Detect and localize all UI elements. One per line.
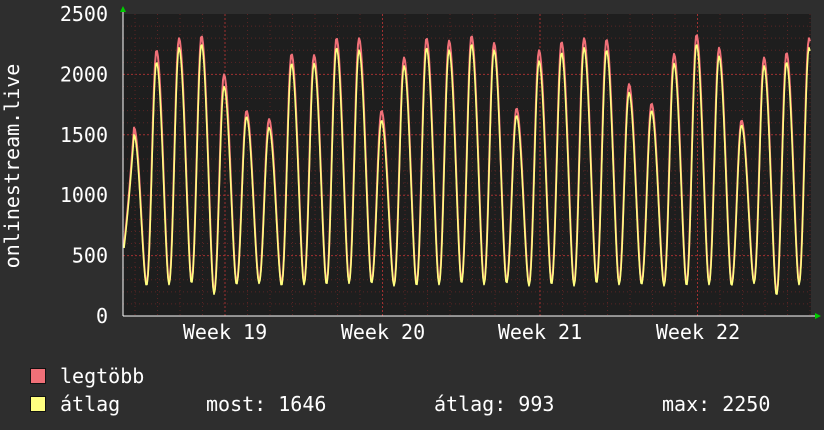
y-axis-label: onlinestream.live (0, 64, 24, 269)
x-tick-label: Week 22 (656, 320, 740, 344)
current-value-stat: most: 1646 (206, 392, 327, 416)
y-tick-label: 1500 (60, 123, 108, 147)
max-series-label: legtöbb (60, 364, 145, 388)
avg-series-label: átlag (60, 392, 121, 416)
y-tick-labels: 0 500 1000 1500 2000 2500 (60, 2, 108, 328)
y-tick-label: 1000 (60, 183, 108, 207)
avg-series-swatch (30, 396, 46, 412)
x-axis-arrow-icon (815, 313, 821, 319)
x-tick-label: Week 19 (183, 320, 267, 344)
legend-row-avg: átlag most: 1646 átlag: 993 max: 2250 (30, 390, 810, 418)
x-tick-labels: Week 19 Week 20 Week 21 Week 22 (183, 320, 740, 344)
max-series-swatch (30, 368, 46, 384)
y-tick-label: 2000 (60, 62, 108, 86)
average-value-stat: átlag: 993 (434, 392, 555, 416)
y-axis-arrow-icon (120, 6, 126, 12)
x-tick-label: Week 20 (341, 320, 425, 344)
y-tick-label: 0 (96, 304, 108, 328)
legend-row-max: legtöbb (30, 362, 810, 390)
y-tick-label: 500 (72, 244, 108, 268)
x-tick-label: Week 21 (498, 320, 582, 344)
legend: legtöbb átlag most: 1646 átlag: 993 max:… (30, 362, 810, 418)
y-tick-label: 2500 (60, 2, 108, 26)
max-value-stat: max: 2250 (662, 392, 771, 416)
